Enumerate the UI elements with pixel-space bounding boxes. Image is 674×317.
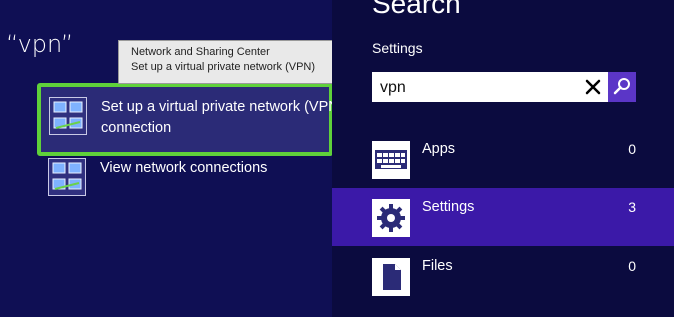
result-label-line1: Set up a virtual private network (VPN <box>101 99 332 115</box>
category-label: Settings <box>422 199 475 215</box>
document-icon <box>372 258 410 296</box>
network-connections-icon <box>48 158 86 196</box>
search-pane-title: Search <box>372 0 461 19</box>
category-settings[interactable]: Settings 3 <box>332 188 674 246</box>
result-item-vpn-setup[interactable]: Set up a virtual private network (VPN co… <box>37 83 332 156</box>
category-count: 0 <box>628 258 636 274</box>
result-label: Set up a virtual private network (VPN co… <box>101 97 332 139</box>
category-count: 0 <box>628 141 636 157</box>
search-pane: Search Settings App <box>332 0 674 317</box>
clear-search-button[interactable] <box>578 72 608 102</box>
category-apps[interactable]: Apps 0 <box>332 130 674 188</box>
category-files[interactable]: Files 0 <box>332 247 674 305</box>
search-input[interactable] <box>378 76 572 100</box>
results-panel: “vpn” Set up a virtual private network (… <box>0 0 332 317</box>
network-wizard-icon <box>49 97 87 135</box>
keyboard-icon <box>372 141 410 179</box>
query-heading: “vpn” <box>6 30 74 58</box>
result-label-line2: connection <box>101 120 172 136</box>
gear-icon <box>372 199 410 237</box>
result-label: View network connections <box>100 160 268 176</box>
search-scope-label: Settings <box>372 40 423 56</box>
category-count: 3 <box>628 199 636 215</box>
category-label: Files <box>422 258 453 274</box>
search-box <box>372 72 636 102</box>
tooltip: Network and Sharing Center Set up a virt… <box>118 40 332 84</box>
tooltip-line2: Set up a virtual private network (VPN) <box>131 61 316 73</box>
tooltip-line1: Network and Sharing Center <box>131 46 270 58</box>
close-icon <box>585 79 601 95</box>
result-item-view-connections[interactable]: View network connections <box>40 150 332 214</box>
search-button[interactable] <box>608 72 636 102</box>
search-icon <box>613 78 630 95</box>
category-label: Apps <box>422 141 456 157</box>
